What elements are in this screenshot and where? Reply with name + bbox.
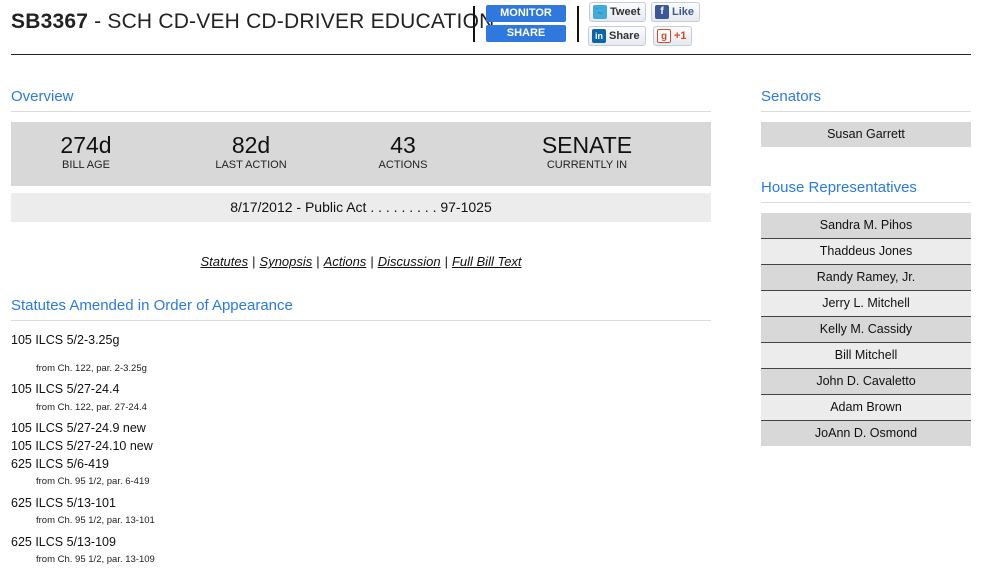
- page-header: SB3367 - SCH CD-VEH CD-DRIVER EDUCATION …: [11, 0, 971, 55]
- house-reps-heading: House Representatives: [761, 179, 917, 196]
- monitor-button[interactable]: MONITOR: [486, 5, 566, 22]
- stat-value: 43: [390, 132, 416, 158]
- statute-origin: from Ch. 95 1/2, par. 6-419: [36, 476, 150, 487]
- linkedin-icon: in: [592, 29, 606, 44]
- stat-label: CURRENTLY IN: [546, 159, 628, 171]
- statute-cite: 625 ILCS 5/13-101: [11, 496, 116, 510]
- statute-cite: 625 ILCS 5/6-419: [11, 457, 109, 471]
- like-label: Like: [672, 6, 695, 18]
- statutes-heading: Statutes Amended in Order of Appearance: [11, 297, 293, 314]
- representative-item[interactable]: Bill Mitchell: [761, 342, 971, 368]
- representative-item[interactable]: Thaddeus Jones: [761, 238, 971, 264]
- link-discussion[interactable]: Discussion: [378, 254, 441, 269]
- header-divider: [473, 6, 475, 42]
- statute-cite: 105 ILCS 5/2-3.25g: [11, 333, 120, 347]
- link-separator: |: [370, 254, 374, 269]
- stat-label: BILL AGE: [62, 159, 110, 171]
- representative-item[interactable]: Kelly M. Cassidy: [761, 316, 971, 342]
- statute-cite: 105 ILCS 5/27-24.10 new: [11, 439, 153, 453]
- divider: [761, 111, 971, 112]
- link-actions[interactable]: Actions: [324, 254, 367, 269]
- bill-title-text: - SCH CD-VEH CD-DRIVER EDUCATION: [88, 10, 495, 33]
- stat-label: ACTIONS: [378, 159, 428, 171]
- divider: [11, 111, 711, 112]
- statute-cite: 105 ILCS 5/27-24.4: [11, 382, 120, 396]
- google-plus-label: +1: [674, 30, 687, 42]
- share-button[interactable]: SHARE: [486, 25, 566, 42]
- overview-heading: Overview: [11, 88, 74, 105]
- google-plus-button[interactable]: g +1: [653, 26, 692, 46]
- stat-value: 274d: [60, 132, 112, 158]
- latest-action: 8/17/2012 - Public Act . . . . . . . . .…: [11, 193, 711, 222]
- link-separator: |: [252, 254, 256, 269]
- representative-item[interactable]: Jerry L. Mitchell: [761, 290, 971, 316]
- stat-bill-age: 274d BILL AGE: [46, 132, 126, 172]
- stat-actions: 43 ACTIONS: [363, 132, 443, 172]
- bill-code: SB3367: [11, 10, 89, 33]
- tweet-button[interactable]: 🐦 Tweet: [589, 2, 647, 22]
- representative-item[interactable]: Adam Brown: [761, 394, 971, 420]
- facebook-icon: f: [655, 5, 669, 20]
- bill-title: SB3367 - SCH CD-VEH CD-DRIVER EDUCATION: [11, 10, 494, 34]
- statute-origin: from Ch. 122, par. 2-3.25g: [36, 363, 147, 374]
- link-separator: |: [444, 254, 448, 269]
- divider: [11, 320, 711, 321]
- divider: [761, 202, 971, 203]
- statute-cite: 105 ILCS 5/27-24.9 new: [11, 421, 146, 435]
- stat-value: SENATE: [541, 132, 633, 158]
- statute-cite: 625 ILCS 5/13-109: [11, 535, 116, 549]
- stats-panel: 274d BILL AGE 82d LAST ACTION 43 ACTIONS…: [11, 122, 711, 186]
- header-divider: [577, 6, 579, 42]
- google-g-icon: g: [657, 29, 671, 44]
- statute-origin: from Ch. 122, par. 27-24.4: [36, 402, 147, 413]
- linkedin-share-button[interactable]: in Share: [588, 26, 646, 46]
- statute-origin: from Ch. 95 1/2, par. 13-101: [36, 515, 155, 526]
- representative-item[interactable]: Sandra M. Pihos: [761, 213, 971, 238]
- stat-label: LAST ACTION: [215, 159, 287, 171]
- representative-item[interactable]: JoAnn D. Osmond: [761, 420, 971, 446]
- senators-heading: Senators: [761, 88, 822, 105]
- stat-currently-in: SENATE CURRENTLY IN: [532, 132, 642, 172]
- link-synopsis[interactable]: Synopsis: [260, 254, 313, 269]
- senator-item[interactable]: Susan Garrett: [761, 122, 971, 147]
- link-statutes[interactable]: Statutes: [200, 254, 248, 269]
- stat-last-action: 82d LAST ACTION: [201, 132, 301, 172]
- representative-item[interactable]: John D. Cavaletto: [761, 368, 971, 394]
- tweet-label: Tweet: [610, 6, 641, 18]
- linkedin-share-label: Share: [609, 30, 640, 42]
- twitter-bird-icon: 🐦: [593, 5, 607, 20]
- representative-item[interactable]: Randy Ramey, Jr.: [761, 264, 971, 290]
- facebook-like-button[interactable]: f Like: [651, 2, 701, 22]
- stat-value: 82d: [231, 132, 271, 158]
- statute-origin: from Ch. 95 1/2, par. 13-109: [36, 554, 155, 565]
- section-links: Statutes | Synopsis | Actions | Discussion | Ful…: [0, 254, 722, 269]
- link-full-bill-text[interactable]: Full Bill Text: [452, 254, 522, 269]
- link-separator: |: [316, 254, 320, 269]
